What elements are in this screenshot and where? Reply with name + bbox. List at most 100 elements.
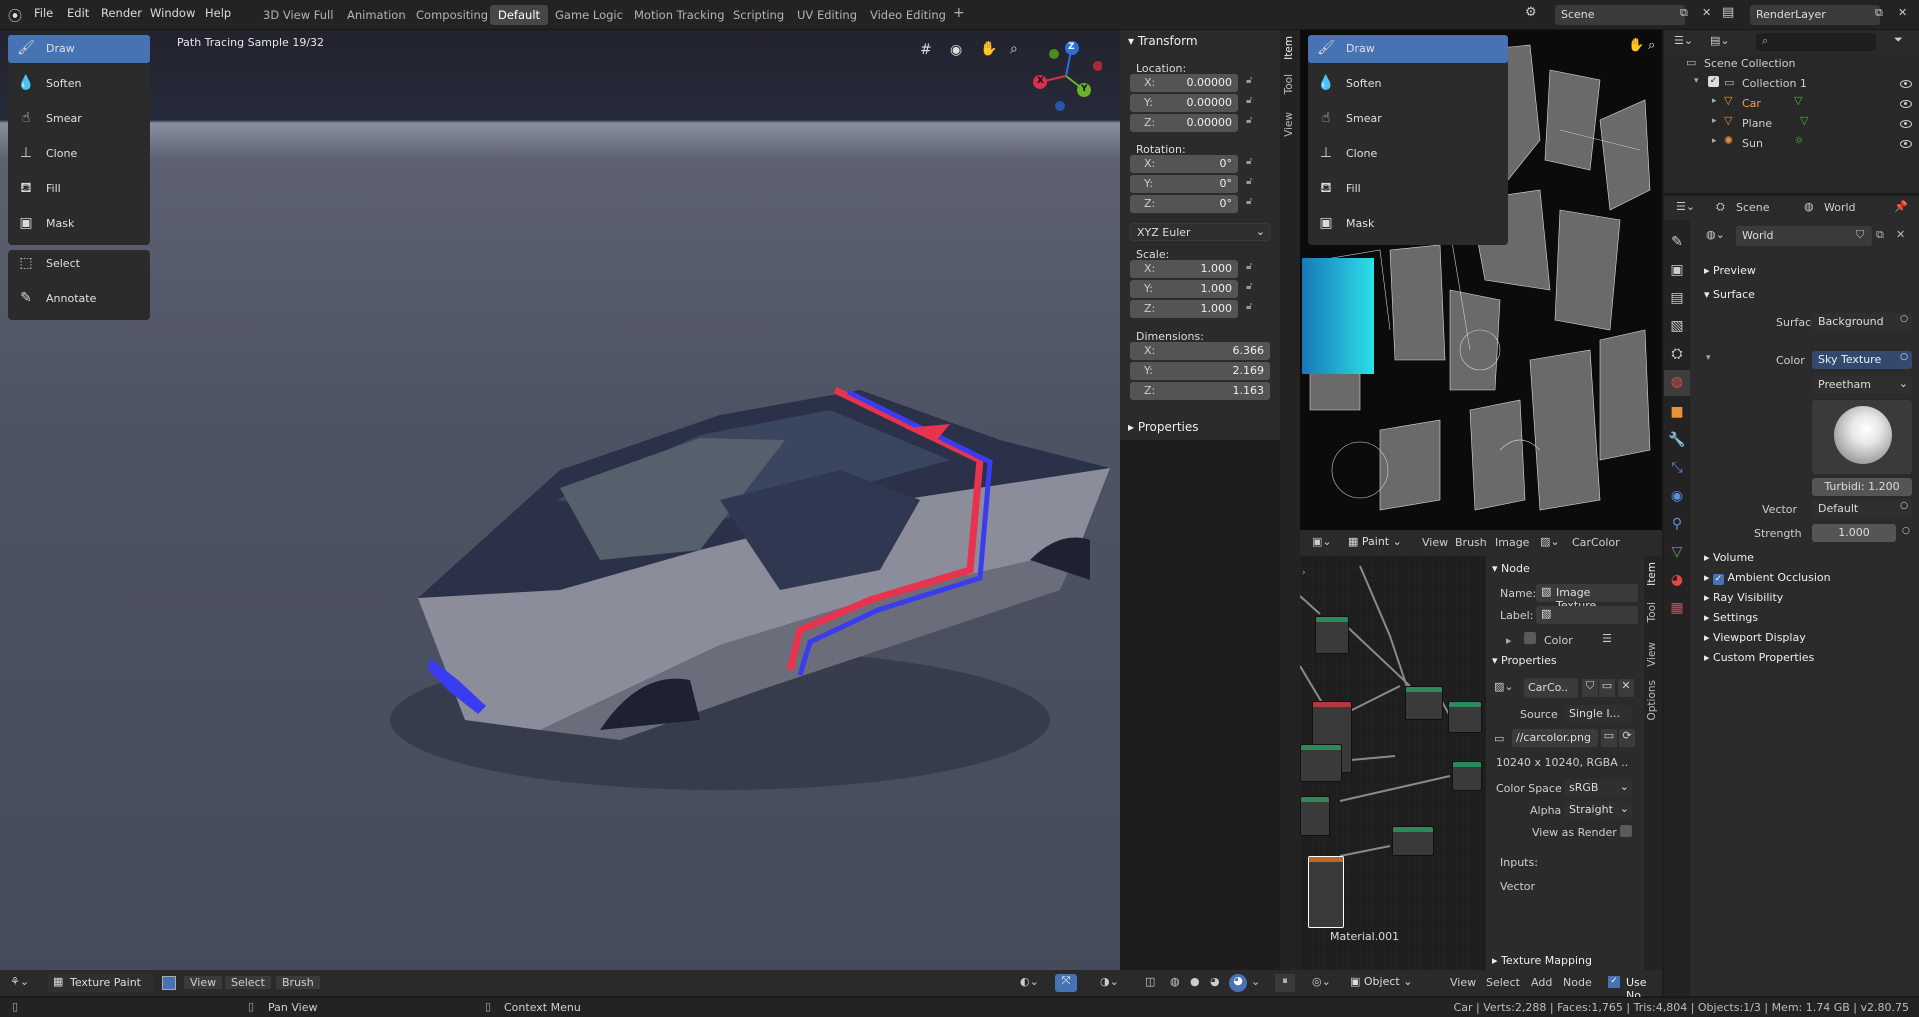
surface-header[interactable]: ▾ Surface: [1704, 288, 1755, 301]
collection-label[interactable]: Collection 1: [1742, 77, 1807, 90]
lock-icon[interactable]: 🔓︎: [1246, 95, 1252, 106]
tab-item[interactable]: Item: [1283, 36, 1295, 60]
img-tool-mask[interactable]: ▣ Mask: [1308, 210, 1508, 238]
lock-icon[interactable]: 🔓︎: [1246, 196, 1252, 207]
surface-shader-field[interactable]: Background ○: [1812, 313, 1912, 331]
image-browse-icon[interactable]: ▨⌄: [1540, 535, 1560, 548]
ambient-occlusion-header[interactable]: ▸ ✓ Ambient Occlusion: [1704, 571, 1831, 585]
tab-tool[interactable]: Tool: [1646, 602, 1658, 622]
lock-icon[interactable]: 🔓︎: [1246, 156, 1252, 167]
modifier-icon[interactable]: 🔧: [1664, 428, 1690, 454]
grid-view-icon[interactable]: #: [920, 42, 932, 58]
rotation-y-field[interactable]: Y: 0°: [1130, 175, 1238, 193]
img-tool-draw[interactable]: 🖌 Draw: [1308, 35, 1508, 63]
view-layer-icon[interactable]: ▧: [1664, 314, 1690, 340]
delete-scene-icon[interactable]: ✕: [1702, 6, 1711, 19]
physics-icon[interactable]: ◉: [1664, 484, 1690, 510]
outliner-item-sun[interactable]: Sun: [1742, 137, 1763, 150]
navigation-gizmo[interactable]: Z Y X: [1030, 40, 1103, 112]
image-name-field[interactable]: CarCo..: [1524, 678, 1578, 698]
material-shading-icon[interactable]: ◕: [1210, 975, 1220, 988]
display-mode-icon[interactable]: ▤⌄: [1710, 34, 1730, 47]
color-input-field[interactable]: Sky Texture ○: [1812, 351, 1912, 369]
lock-icon[interactable]: 🔓︎: [1246, 301, 1252, 312]
color-checkbox[interactable]: [1524, 632, 1536, 644]
breadcrumb-scene[interactable]: Scene: [1736, 201, 1770, 214]
view-as-render-checkbox[interactable]: [1620, 825, 1632, 837]
outliner-type-icon[interactable]: ☰⌄: [1674, 34, 1693, 47]
reload-icon[interactable]: ⟳: [1619, 729, 1635, 747]
shader-node[interactable]: [1315, 616, 1349, 654]
shader-node[interactable]: [1392, 826, 1434, 856]
visibility-icon[interactable]: ◐⌄: [1020, 975, 1039, 988]
menu-add[interactable]: Add: [1531, 976, 1552, 989]
menu-window[interactable]: Window: [150, 6, 195, 20]
blender-logo-icon[interactable]: ⦿: [8, 6, 22, 26]
filter-icon[interactable]: ⏷: [1894, 33, 1903, 47]
expand-icon[interactable]: ▾: [1706, 353, 1711, 363]
img-tool-soften[interactable]: 💧 Soften: [1308, 70, 1508, 98]
menu-brush[interactable]: Brush: [276, 976, 320, 989]
breadcrumb-world[interactable]: World: [1824, 201, 1856, 214]
scale-x-field[interactable]: X: 1.000: [1130, 260, 1238, 278]
expand-arrow-icon[interactable]: ▸: [1506, 634, 1512, 647]
node-name-field[interactable]: ▧Image Texture: [1536, 584, 1638, 612]
node-editor-type-icon[interactable]: ◎⌄: [1312, 975, 1331, 988]
delete-layer-icon[interactable]: ✕: [1898, 6, 1907, 19]
image-editor-type-icon[interactable]: ▣⌄: [1312, 535, 1332, 548]
preview-header[interactable]: ▸ Preview: [1704, 264, 1756, 277]
collapse-arrow-icon[interactable]: ›: [1302, 568, 1306, 578]
new-layer-icon[interactable]: ⧉: [1875, 6, 1883, 20]
tab-animation[interactable]: Animation: [339, 5, 414, 25]
menu-view[interactable]: View: [184, 976, 223, 989]
world-name-field[interactable]: World: [1736, 226, 1872, 246]
tab-3d-view-full[interactable]: 3D View Full: [255, 5, 341, 25]
render-layer-field[interactable]: RenderLayer: [1750, 5, 1880, 25]
xray-icon[interactable]: ◫: [1145, 975, 1155, 988]
scene-collection-label[interactable]: Scene Collection: [1704, 57, 1795, 70]
eye-icon[interactable]: [1900, 100, 1912, 108]
overlay-icon[interactable]: ◑⌄: [1100, 975, 1119, 988]
list-icon[interactable]: ☰: [1602, 632, 1612, 645]
tab-compositing[interactable]: Compositing: [408, 5, 496, 25]
tool-soften[interactable]: 💧 Soften: [8, 70, 150, 98]
ray-visibility-header[interactable]: ▸ Ray Visibility: [1704, 591, 1783, 604]
lock-icon[interactable]: 🔓︎: [1246, 261, 1252, 272]
shader-node[interactable]: [1405, 686, 1443, 720]
image-texture-node[interactable]: [1308, 856, 1344, 928]
lock-icon[interactable]: 🔓︎: [1246, 75, 1252, 86]
mode-select[interactable]: ▦ Texture Paint: [48, 974, 154, 992]
tab-default[interactable]: Default: [490, 5, 549, 25]
sky-preview[interactable]: [1812, 400, 1912, 474]
particles-icon[interactable]: ⤡: [1664, 456, 1690, 482]
location-y-field[interactable]: Y: 0.00000: [1130, 94, 1238, 112]
zoom-image-icon[interactable]: ⌕: [1648, 38, 1655, 53]
tab-motion-tracking[interactable]: Motion Tracking: [626, 5, 733, 25]
img-tool-smear[interactable]: ☝ Smear: [1308, 105, 1508, 133]
scale-y-field[interactable]: Y: 1.000: [1130, 280, 1238, 298]
shading-options-icon[interactable]: ⌄: [1251, 975, 1260, 988]
constraints-icon[interactable]: ⚲: [1664, 512, 1690, 538]
render-layer-icon[interactable]: ▤: [1722, 5, 1734, 20]
menu-view[interactable]: View: [1450, 976, 1476, 989]
brush-color-swatch[interactable]: [162, 976, 176, 990]
browse-folder-icon[interactable]: ▭: [1601, 729, 1617, 747]
scene-props-icon[interactable]: ⛭: [1664, 342, 1690, 368]
scale-z-field[interactable]: Z: 1.000: [1130, 300, 1238, 318]
volume-header[interactable]: ▸ Volume: [1704, 551, 1754, 564]
wireframe-shading-icon[interactable]: ◍: [1170, 975, 1180, 988]
transform-header[interactable]: ▾ Transform: [1128, 34, 1198, 48]
duplicate-icon[interactable]: ⧉: [1876, 228, 1884, 242]
menu-help[interactable]: Help: [205, 6, 231, 20]
location-x-field[interactable]: X: 0.00000: [1130, 74, 1238, 92]
paint-mode-select[interactable]: ▦ Paint ⌄: [1348, 535, 1402, 548]
rotation-mode-select[interactable]: XYZ Euler ⌄: [1130, 223, 1270, 241]
outliner-item-plane[interactable]: Plane: [1742, 117, 1772, 130]
settings-header[interactable]: ▸ Settings: [1704, 611, 1758, 624]
node-panel-header[interactable]: ▾ Node: [1492, 562, 1530, 575]
data-icon[interactable]: ▽: [1664, 540, 1690, 566]
turbidity-field[interactable]: Turbidi: 1.200: [1812, 478, 1912, 496]
object-select[interactable]: ▣ Object ⌄: [1350, 975, 1412, 988]
menu-file[interactable]: File: [34, 6, 53, 20]
output-props-icon[interactable]: ▤: [1664, 286, 1690, 312]
